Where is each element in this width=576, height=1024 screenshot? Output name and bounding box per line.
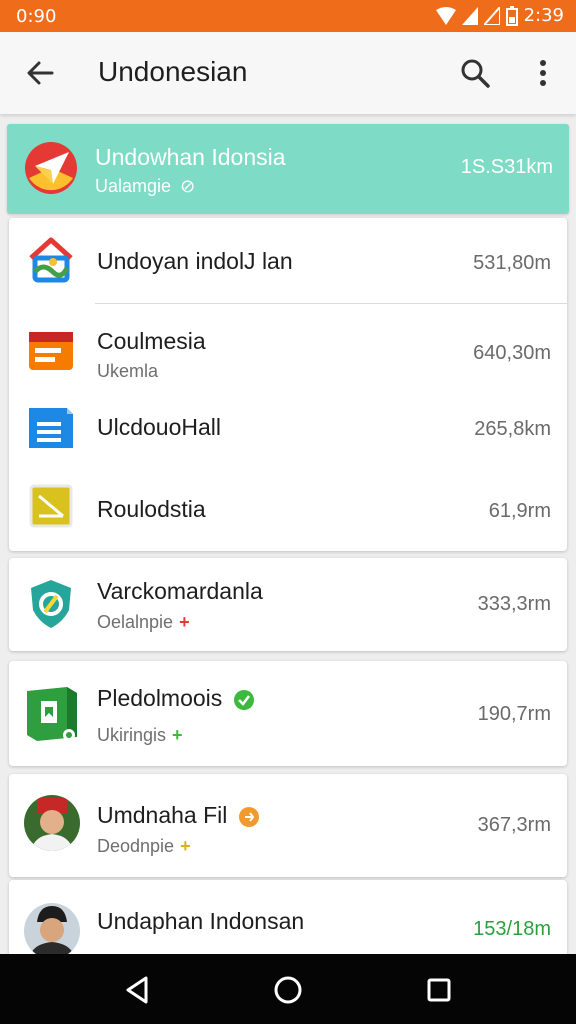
nav-recents-icon[interactable]	[421, 972, 457, 1008]
list-item-subtitle: Ukiringis	[97, 725, 167, 745]
list-item-name: UlcdouoHall	[97, 414, 222, 440]
list-item[interactable]: UlcdouoHall 265,8km	[9, 390, 567, 470]
plus-icon: +	[180, 836, 191, 856]
list-item-name-row: Umdnaha Fil	[97, 802, 260, 829]
list-item-name: Roulodstia	[97, 496, 206, 522]
highlighted-item-distance: 1S.S31km	[460, 156, 553, 178]
calendar-app-icon	[29, 332, 73, 370]
list-item-name-row: Pledolmoois	[97, 685, 255, 712]
system-nav-bar	[0, 954, 576, 1024]
list-item-distance: 190,7rm	[477, 703, 551, 725]
highlighted-item-subtitle: Ualamgie	[95, 176, 172, 196]
link-icon: ⊘	[180, 176, 196, 196]
list-card[interactable]: Umdnaha Fil Deodnpie + 367,3rm	[9, 774, 567, 877]
list-item[interactable]: Coulmesia Ukemla 640,30m	[9, 304, 567, 390]
status-time-left: 0:90	[16, 6, 57, 27]
list-card[interactable]: Pledolmoois Ukiringis + 190,7rm	[9, 661, 567, 766]
plus-icon: +	[172, 725, 183, 745]
back-arrow-icon[interactable]	[22, 54, 60, 92]
list-item-name: Coulmesia	[97, 328, 206, 354]
nav-back-icon[interactable]	[120, 972, 156, 1008]
list-item-distance: 265,8km	[474, 418, 551, 440]
list-item-name: Undaphan Indonsan	[97, 908, 305, 934]
shield-app-icon	[31, 580, 71, 628]
list-item[interactable]: Varckomardanla Oelalnpie + 333,3rm	[9, 558, 567, 651]
list-item-subtitle-row: Ukiringis +	[97, 725, 183, 746]
list-item[interactable]: Undaphan Indonsan 153/18m	[9, 880, 567, 954]
list-item[interactable]: Umdnaha Fil Deodnpie + 367,3rm	[9, 774, 567, 877]
status-bar: 0:90 2:39	[0, 0, 576, 32]
avatar	[24, 795, 80, 851]
signal-icon-2	[483, 6, 500, 25]
list-item-distance: 333,3rm	[477, 593, 551, 615]
document-app-icon	[29, 408, 73, 448]
wifi-icon	[435, 6, 456, 25]
list-item[interactable]: Roulodstia 61,9rm	[9, 470, 567, 550]
home-app-icon	[29, 237, 73, 283]
badge-icon	[238, 806, 259, 827]
compass-app-icon	[25, 142, 77, 194]
status-icons: 2:39	[435, 5, 564, 26]
list-card-group: Undoyan indolJ lan 531,80m Coulmesia Uke…	[9, 218, 567, 551]
status-time-right: 2:39	[523, 5, 564, 26]
page-title: Undonesian	[98, 56, 248, 87]
verified-check-icon	[233, 689, 254, 710]
list-item-distance: 61,9rm	[488, 500, 551, 522]
highlighted-item-name: Undowhan Idonsia	[95, 144, 286, 170]
list-item[interactable]: Undoyan indolJ lan 531,80m	[9, 218, 567, 304]
list-item[interactable]: Pledolmoois Ukiringis + 190,7rm	[9, 661, 567, 766]
list-item-subtitle-row: Oelalnpie +	[97, 612, 190, 633]
highlighted-item-subtitle-row: Ualamgie ⊘	[95, 176, 195, 197]
list-item-subtitle-row: Deodnpie +	[97, 836, 191, 857]
list-item-name: Umdnaha Fil	[97, 802, 228, 828]
app-bar: Undonesian	[0, 32, 576, 114]
list-item-subtitle: Deodnpie	[97, 836, 175, 856]
list-item-subtitle: Oelalnpie	[97, 612, 174, 632]
list-item-distance: 367,3rm	[477, 814, 551, 836]
list-item-subtitle: Ukemla	[97, 361, 159, 381]
battery-icon	[505, 5, 518, 26]
results-list: Undowhan Idonsia Ualamgie ⊘ 1S.S31km Und…	[0, 114, 576, 954]
list-item-name: Varckomardanla	[97, 578, 263, 604]
plus-icon: +	[179, 612, 190, 632]
list-item-distance: 153/18m	[473, 918, 551, 940]
list-item-distance: 640,30m	[473, 342, 551, 364]
cube-app-icon	[27, 687, 77, 741]
avatar	[24, 903, 80, 954]
list-item-name: Pledolmoois	[97, 685, 223, 711]
search-icon[interactable]	[456, 54, 494, 92]
nav-home-icon[interactable]	[270, 972, 306, 1008]
more-vert-icon[interactable]	[528, 54, 558, 92]
list-item-distance: 531,80m	[473, 252, 551, 274]
highlighted-list-item[interactable]: Undowhan Idonsia Ualamgie ⊘ 1S.S31km	[7, 124, 569, 214]
list-card[interactable]: Varckomardanla Oelalnpie + 333,3rm	[9, 558, 567, 651]
list-item-name: Undoyan indolJ lan	[97, 248, 293, 274]
list-card[interactable]: Undaphan Indonsan 153/18m	[9, 880, 567, 954]
signal-icon	[461, 6, 478, 25]
notes-app-icon	[29, 484, 73, 528]
